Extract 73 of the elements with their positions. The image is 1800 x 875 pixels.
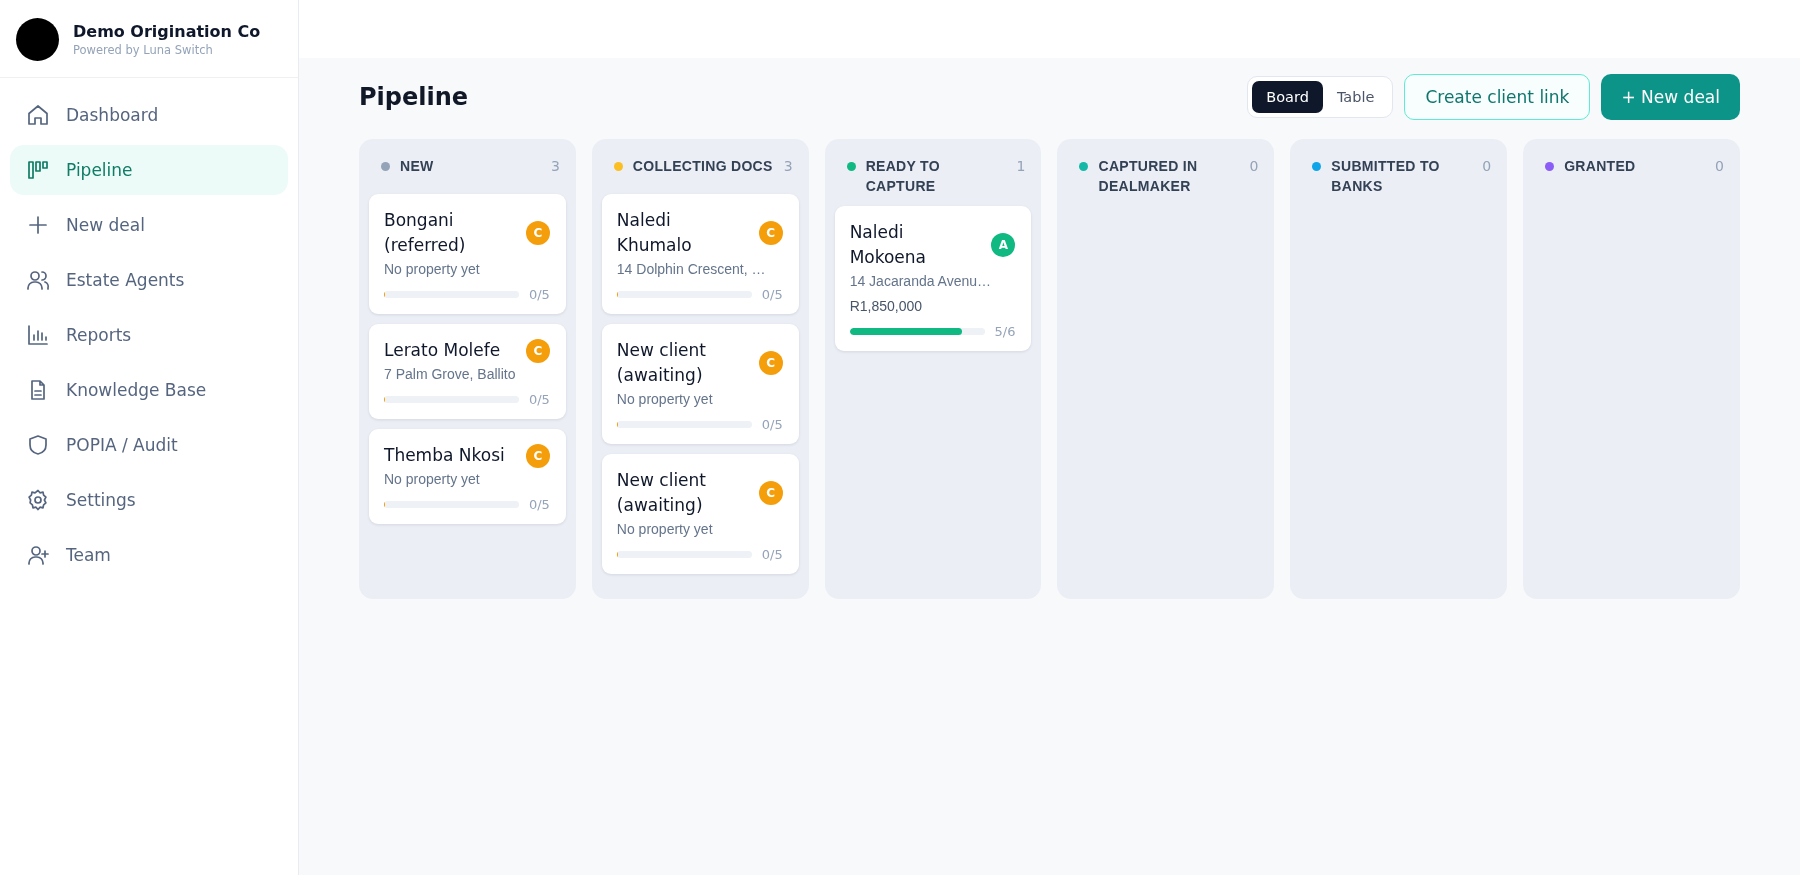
deal-card[interactable]: Naledi Khumalo C 14 Dolphin Crescent, … 0/5 <box>601 194 799 314</box>
status-badge: C <box>525 443 550 468</box>
column-count: 3 <box>783 157 793 176</box>
sidebar-item[interactable]: Team <box>10 530 288 580</box>
client-name: Themba Nkosi <box>384 444 505 467</box>
deal-amount: R1,850,000 <box>849 298 924 314</box>
create-link-button[interactable]: Create client link <box>1404 74 1591 120</box>
client-name: Naledi Khumalo <box>616 209 693 257</box>
sidebar-item[interactable]: Estate Agents <box>10 255 288 305</box>
column-count: 0 <box>1482 157 1492 176</box>
status-badge: C <box>525 221 550 245</box>
sidebar-item[interactable]: Settings <box>10 475 288 525</box>
progress-count: 0/5 <box>761 547 783 562</box>
company-tagline: Powered by Luna Switch <box>73 43 214 57</box>
plus-icon <box>26 213 50 237</box>
client-name: Lerato Molefe <box>384 339 501 362</box>
user-plus-icon <box>26 543 50 567</box>
property-address: No property yet <box>616 391 714 407</box>
deal-card[interactable]: Themba Nkosi C No property yet 0/5 <box>369 429 566 524</box>
client-name: New client (awaiting) <box>616 469 707 517</box>
sidebar-item[interactable]: Dashboard <box>10 90 288 140</box>
column-count: 0 <box>1249 157 1259 176</box>
view-tab[interactable]: Table <box>1322 81 1389 113</box>
page-title: Pipeline <box>359 83 469 111</box>
property-address: No property yet <box>384 471 481 487</box>
column-title: NEW <box>400 157 435 176</box>
progress-count: 0/5 <box>761 287 783 302</box>
deal-card[interactable]: Bongani (referred) C No property yet 0/5 <box>369 194 566 314</box>
column-title: CAPTURED IN DEALMAKER <box>1098 157 1199 196</box>
status-badge: C <box>525 338 550 363</box>
column-title: COLLECTING DOCS <box>632 157 774 176</box>
progress-count: 0/5 <box>528 392 550 407</box>
property-address: No property yet <box>384 261 481 277</box>
sidebar-item[interactable]: New deal <box>10 200 288 250</box>
column-title: GRANTED <box>1564 157 1637 176</box>
property-address: 14 Dolphin Crescent, … <box>616 261 767 277</box>
home-icon <box>26 103 50 127</box>
property-address: 7 Palm Grove, Ballito <box>384 366 517 382</box>
column-count: 3 <box>550 157 560 176</box>
deal-card[interactable]: Naledi Mokoena A 14 Jacaranda Avenu… R1,850,000 5/6 <box>834 206 1032 351</box>
status-badge: C <box>758 221 783 245</box>
progress-count: 5/6 <box>994 324 1016 339</box>
users-icon <box>26 268 50 292</box>
progress-count: 0/5 <box>528 287 550 302</box>
deal-card[interactable]: New client (awaiting) C No property yet 0/5 <box>601 324 799 444</box>
board-icon <box>26 158 50 182</box>
property-address: No property yet <box>616 521 714 537</box>
view-tab[interactable]: Board <box>1252 81 1323 113</box>
column-count: 0 <box>1715 157 1724 176</box>
sidebar-item[interactable]: Knowledge Base <box>10 365 288 415</box>
status-badge: A <box>991 233 1016 257</box>
property-address: 14 Jacaranda Avenu… <box>849 273 993 289</box>
chart-icon <box>26 323 50 347</box>
client-name: Naledi Mokoena <box>849 221 927 269</box>
company-name: Demo Origination Co <box>73 22 261 41</box>
sidebar-item[interactable]: POPIA / Audit <box>10 420 288 470</box>
logo-icon <box>16 18 59 61</box>
new-deal-button[interactable]: + New deal <box>1601 74 1740 120</box>
deal-card[interactable]: Lerato Molefe C 7 Palm Grove, Ballito 0/5 <box>369 324 566 419</box>
sidebar-item[interactable]: Reports <box>10 310 288 360</box>
progress-count: 0/5 <box>528 497 550 512</box>
shield-icon <box>26 433 50 457</box>
column-title: SUBMITTED TO BANKS <box>1331 157 1441 196</box>
column-title: READY TO CAPTURE <box>865 157 941 196</box>
progress-count: 0/5 <box>761 417 783 432</box>
status-badge: C <box>758 481 783 505</box>
deal-card[interactable]: New client (awaiting) C No property yet 0/5 <box>601 454 799 574</box>
column-count: 1 <box>1016 157 1026 176</box>
client-name: New client (awaiting) <box>616 339 707 387</box>
client-name: Bongani (referred) <box>384 209 467 257</box>
sidebar-item[interactable]: Pipeline <box>10 145 288 195</box>
status-badge: C <box>758 351 783 375</box>
gear-icon <box>26 488 50 512</box>
